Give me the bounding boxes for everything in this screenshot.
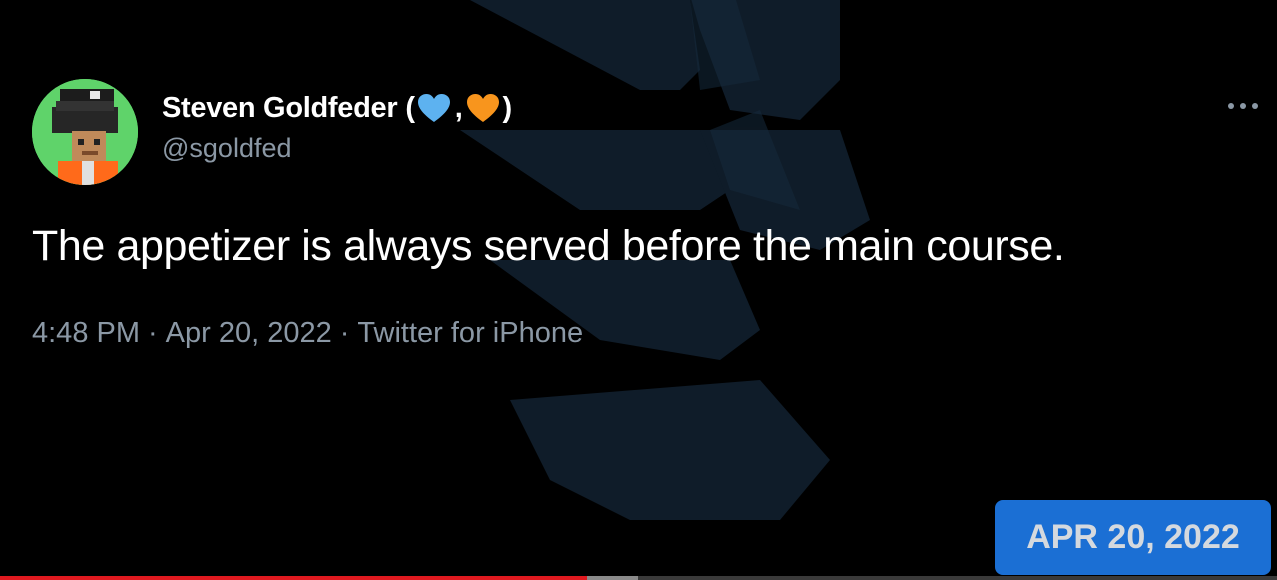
pixel-art-avatar-icon <box>32 79 138 185</box>
date-badge: APR 20, 2022 <box>995 500 1271 575</box>
tweet-text: The appetizer is always served before th… <box>32 222 1065 270</box>
meta-separator: · <box>148 317 158 349</box>
display-name-paren-close: ) <box>502 91 512 124</box>
blue-heart-icon <box>417 94 450 122</box>
orange-heart-icon <box>467 94 500 122</box>
tweet-meta: 4:48 PM · Apr 20, 2022 · Twitter for iPhone <box>32 317 583 350</box>
more-options-icon[interactable] <box>1226 100 1260 112</box>
video-progress-fill <box>0 576 588 580</box>
display-name[interactable]: Steven Goldfeder <box>162 92 398 125</box>
tweet-time[interactable]: 4:48 PM <box>32 317 140 349</box>
display-name-row[interactable]: Steven Goldfeder ( , ) <box>162 88 512 128</box>
avatar[interactable] <box>32 79 138 185</box>
tweet-card: Steven Goldfeder ( , ) @sgoldfed The app… <box>0 0 1277 580</box>
video-progress-bar[interactable] <box>0 576 1277 580</box>
video-frame[interactable]: Steven Goldfeder ( , ) @sgoldfed The app… <box>0 0 1277 580</box>
tweet-date[interactable]: Apr 20, 2022 <box>166 317 332 349</box>
meta-separator: · <box>339 317 350 349</box>
video-buffer-bar <box>587 576 639 580</box>
tweet-source[interactable]: Twitter for iPhone <box>357 317 583 349</box>
display-name-comma: , <box>454 91 463 124</box>
display-name-paren-open: ( <box>405 91 415 124</box>
user-handle[interactable]: @sgoldfed <box>162 133 292 164</box>
